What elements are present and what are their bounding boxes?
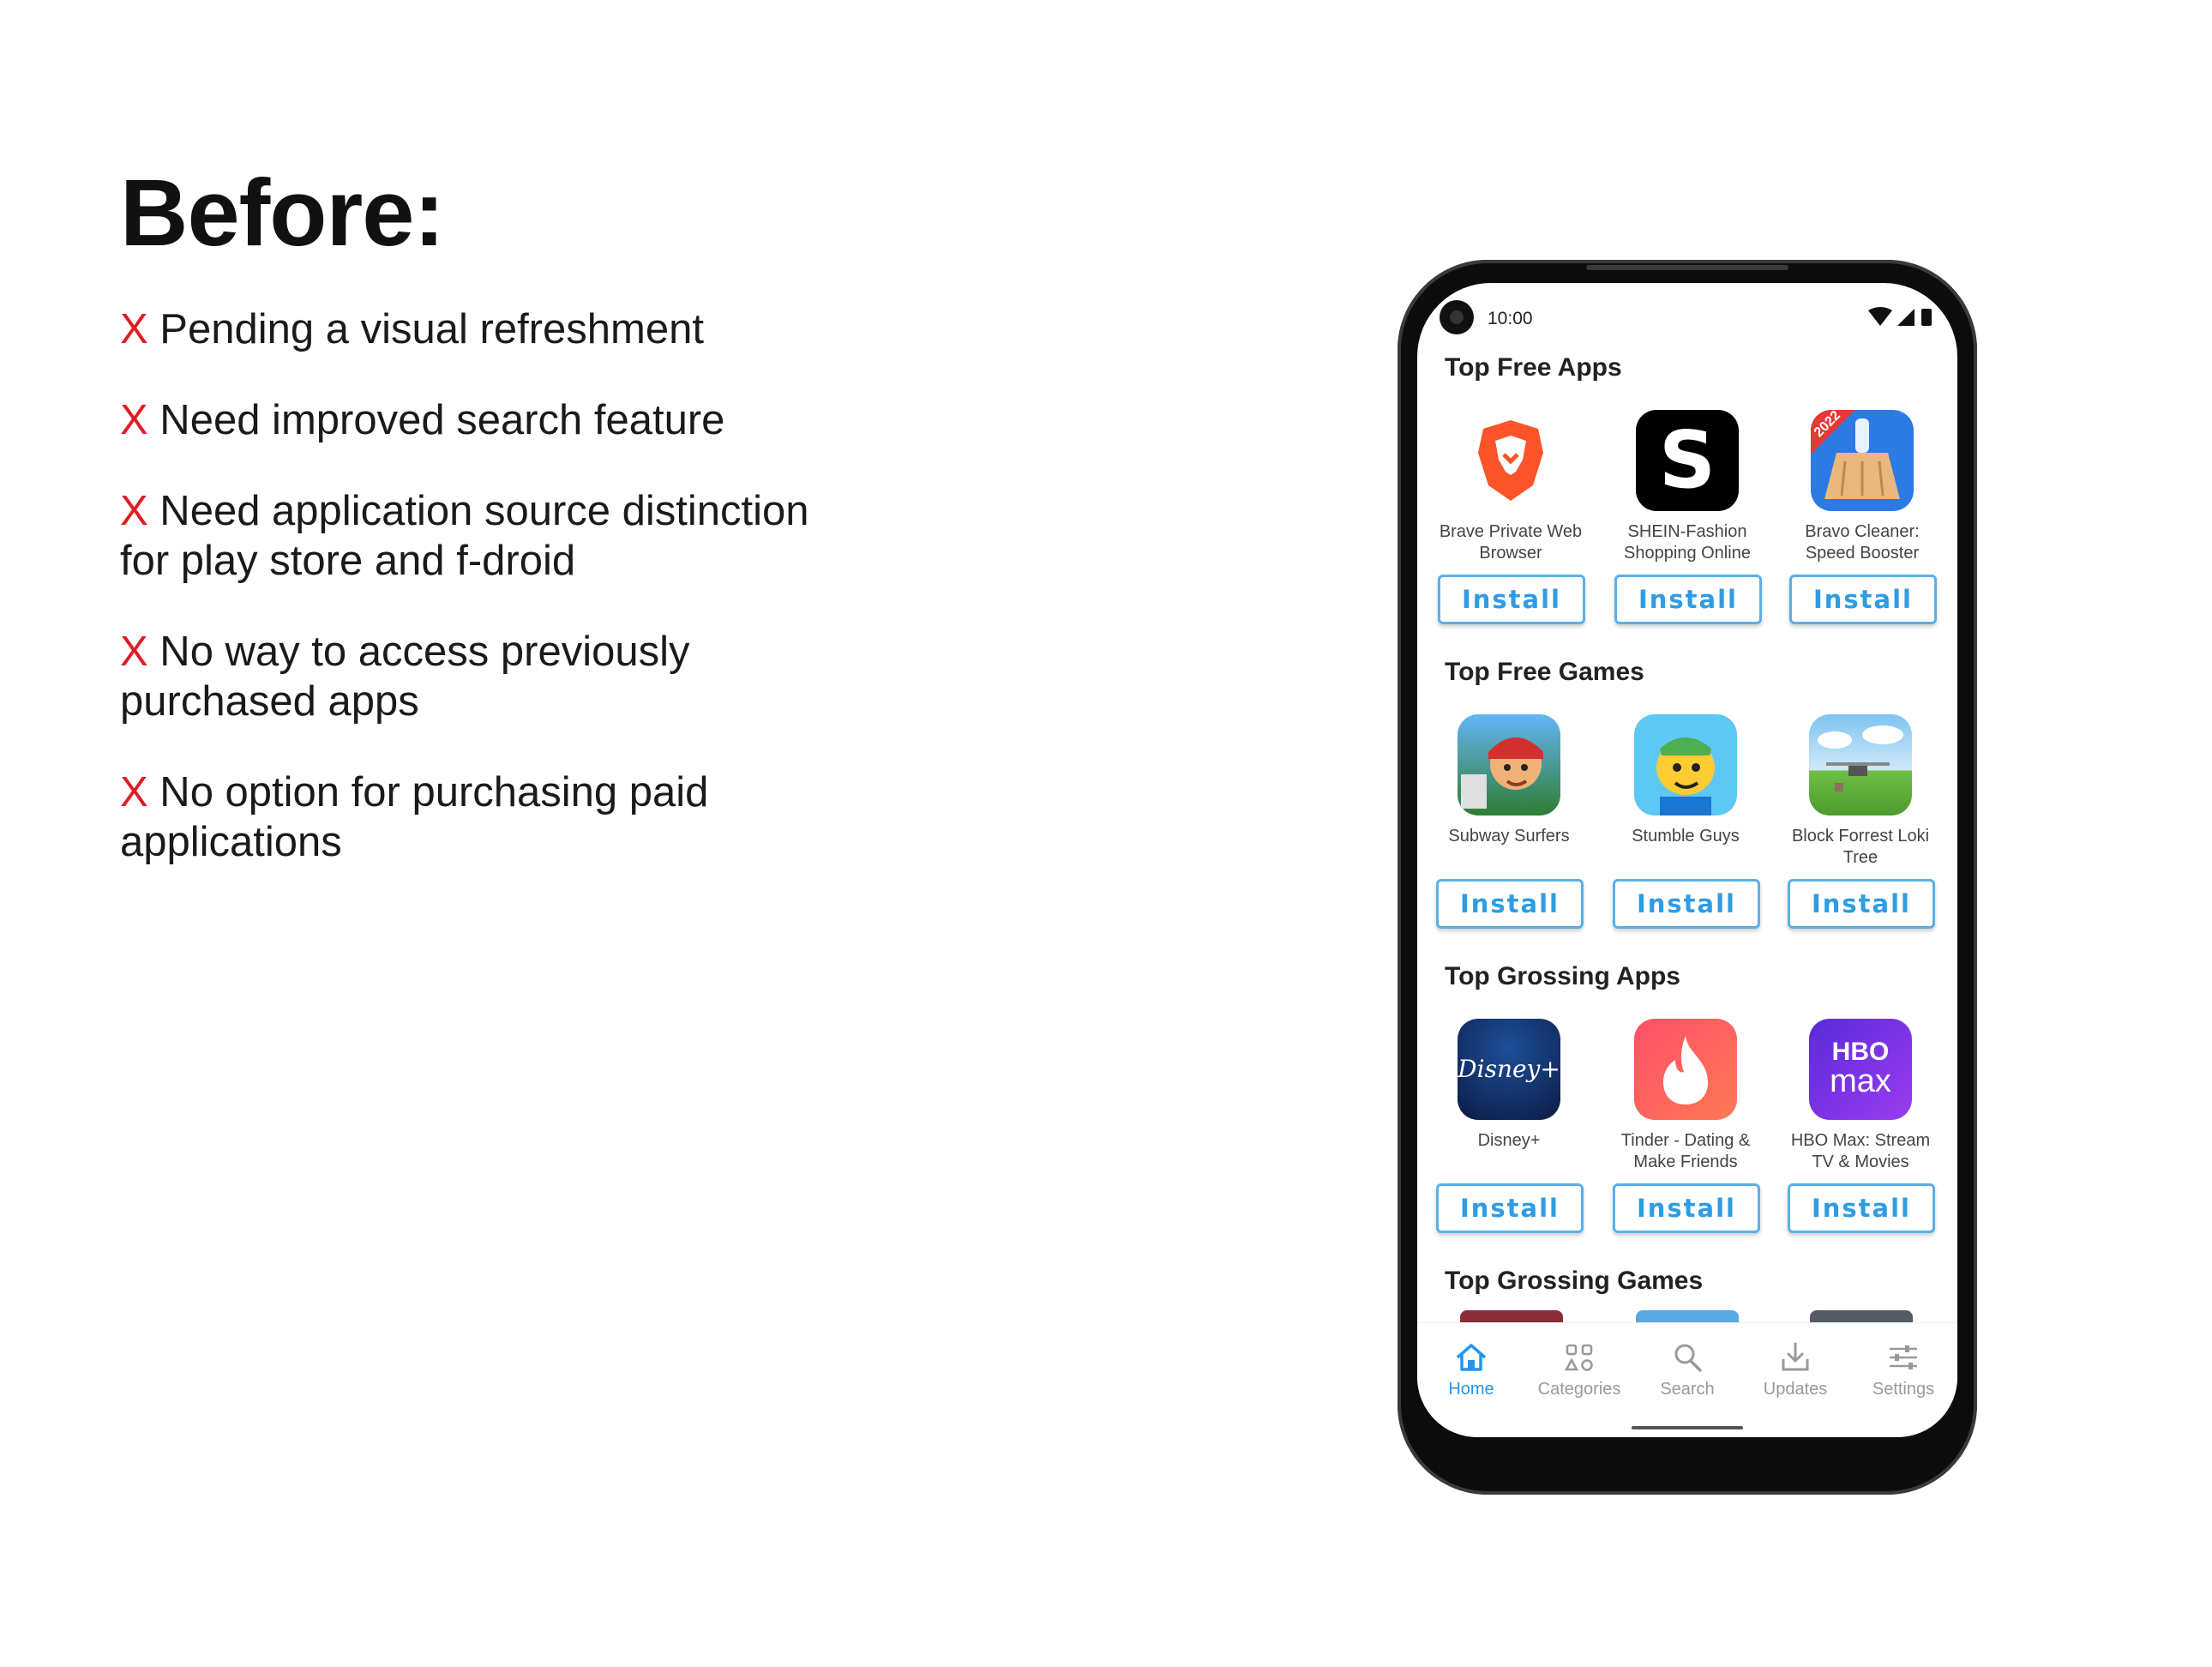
issue-item: X Pending a visual refreshment <box>120 304 892 354</box>
nav-label: Search <box>1660 1380 1715 1399</box>
section-title: Top Free Apps <box>1445 353 1622 382</box>
bravo-broom-icon: 2022 <box>1811 410 1914 511</box>
x-marker: X <box>120 306 148 352</box>
app-name: Block Forrest Loki Tree <box>1791 827 1930 867</box>
install-button[interactable]: Install <box>1436 879 1584 929</box>
hbo-logo-text: HBO <box>1831 1038 1890 1066</box>
nav-label: Settings <box>1872 1380 1935 1399</box>
install-button[interactable]: Install <box>1788 1183 1935 1233</box>
install-button[interactable]: Install <box>1613 879 1760 929</box>
issue-item: X Need application source distinction fo… <box>120 486 857 586</box>
app-name: Tinder - Dating & Make Friends <box>1620 1131 1751 1171</box>
app-name: HBO Max: Stream TV & Movies <box>1790 1131 1931 1171</box>
bottom-navigation: Home Categories Search Updates Settings <box>1417 1322 1957 1437</box>
app-card[interactable]: Tinder - Dating & Make Friends Install <box>1604 1019 1767 1242</box>
app-card[interactable]: Subway Surfers Install <box>1428 714 1590 937</box>
issue-item: X No way to access previously purchased … <box>120 627 737 726</box>
phone-screen: 10:00 Top Free Apps Brave Private Web Br… <box>1417 283 1957 1437</box>
app-name: Bravo Cleaner: Speed Booster <box>1805 522 1920 563</box>
install-button[interactable]: Install <box>1436 1183 1584 1233</box>
app-name: Stumble Guys <box>1632 827 1740 846</box>
gesture-bar[interactable] <box>1632 1426 1743 1429</box>
battery-icon <box>1921 309 1932 326</box>
categories-icon <box>1564 1344 1593 1371</box>
issue-text: Need improved search feature <box>147 397 725 443</box>
download-icon <box>1782 1342 1809 1371</box>
app-card[interactable]: Block Forrest Loki Tree Install <box>1779 714 1942 937</box>
phone-mockup: 10:00 Top Free Apps Brave Private Web Br… <box>1398 260 1977 1495</box>
app-name: SHEIN-Fashion Shopping Online <box>1624 522 1751 563</box>
install-button[interactable]: Install <box>1789 575 1937 624</box>
wifi-icon <box>1868 307 1892 326</box>
install-button[interactable]: Install <box>1613 1183 1760 1233</box>
block-forrest-icon <box>1809 714 1912 815</box>
x-marker: X <box>120 769 148 815</box>
issue-text: No way to access previously purchased ap… <box>120 629 690 725</box>
x-marker: X <box>120 629 148 675</box>
settings-sliders-icon <box>1890 1345 1917 1369</box>
nav-categories[interactable]: Categories <box>1525 1339 1633 1407</box>
section-title: Top Grossing Apps <box>1445 962 1680 990</box>
issue-text: Pending a visual refreshment <box>147 306 704 352</box>
status-time: 10:00 <box>1488 309 1533 328</box>
status-icons <box>1868 307 1932 326</box>
search-icon <box>1674 1344 1702 1372</box>
app-card[interactable]: Brave Private Web Browser Install <box>1429 410 1592 633</box>
issue-item: X Need improved search feature <box>120 395 892 445</box>
app-card[interactable]: S SHEIN-Fashion Shopping Online Install <box>1606 410 1769 633</box>
app-name: Disney+ <box>1477 1131 1541 1150</box>
issue-item: X No option for purchasing paid applicat… <box>120 767 772 867</box>
brave-lion-icon <box>1459 410 1562 511</box>
disney-plus-icon: Disney+ <box>1458 1019 1560 1120</box>
nav-settings[interactable]: Settings <box>1849 1339 1957 1407</box>
section-top-free-games: Top Free Games Subway Surfers Install St… <box>1417 647 1957 952</box>
app-name: Subway Surfers <box>1448 827 1570 846</box>
install-button[interactable]: Install <box>1614 575 1762 624</box>
tinder-flame-icon <box>1634 1019 1737 1120</box>
app-card[interactable]: Disney+ Disney+ Install <box>1428 1019 1590 1242</box>
app-list-scroll[interactable]: Top Free Apps Brave Private Web Browser … <box>1417 343 1957 1322</box>
section-top-grossing-apps: Top Grossing Apps Disney+ Disney+ Instal… <box>1417 952 1957 1256</box>
max-logo-text: max <box>1830 1063 1891 1099</box>
shein-logo-text: S <box>1658 414 1716 506</box>
app-card[interactable]: Stumble Guys Install <box>1604 714 1767 937</box>
section-title: Top Free Games <box>1445 658 1644 686</box>
install-button[interactable]: Install <box>1438 575 1585 624</box>
app-name: Brave Private Web Browser <box>1439 522 1583 563</box>
install-button[interactable]: Install <box>1788 879 1935 929</box>
nav-label: Home <box>1448 1380 1494 1399</box>
subway-surfers-icon <box>1458 714 1560 815</box>
nav-label: Categories <box>1537 1380 1621 1399</box>
shein-s-icon: S <box>1636 410 1739 511</box>
stumble-guys-icon <box>1634 714 1737 815</box>
section-top-free-apps: Top Free Apps Brave Private Web Browser … <box>1417 343 1957 647</box>
home-icon <box>1456 1344 1487 1371</box>
issue-list: X Pending a visual refreshment X Need im… <box>120 304 892 908</box>
x-marker: X <box>120 488 148 534</box>
nav-updates[interactable]: Updates <box>1741 1339 1849 1407</box>
nav-label: Updates <box>1763 1380 1828 1399</box>
signal-icon <box>1897 309 1914 326</box>
disney-logo-text: Disney+ <box>1458 1055 1560 1083</box>
slide-title: Before: <box>120 160 445 266</box>
issue-text: No option for purchasing paid applicatio… <box>120 769 709 865</box>
x-marker: X <box>120 397 148 443</box>
camera-icon <box>1440 300 1474 334</box>
issue-text: Need application source distinction for … <box>120 488 809 584</box>
phone-top-bezel <box>1586 265 1788 270</box>
status-bar: 10:00 <box>1417 283 1957 334</box>
app-card[interactable]: HBO max HBO Max: Stream TV & Movies Inst… <box>1779 1019 1942 1242</box>
section-title: Top Grossing Games <box>1445 1267 1704 1295</box>
app-card[interactable]: 2022 Bravo Cleaner: Speed Booster Instal… <box>1781 410 1944 633</box>
hbo-max-icon: HBO max <box>1809 1019 1912 1120</box>
nav-home[interactable]: Home <box>1417 1339 1525 1407</box>
nav-search[interactable]: Search <box>1633 1339 1741 1407</box>
